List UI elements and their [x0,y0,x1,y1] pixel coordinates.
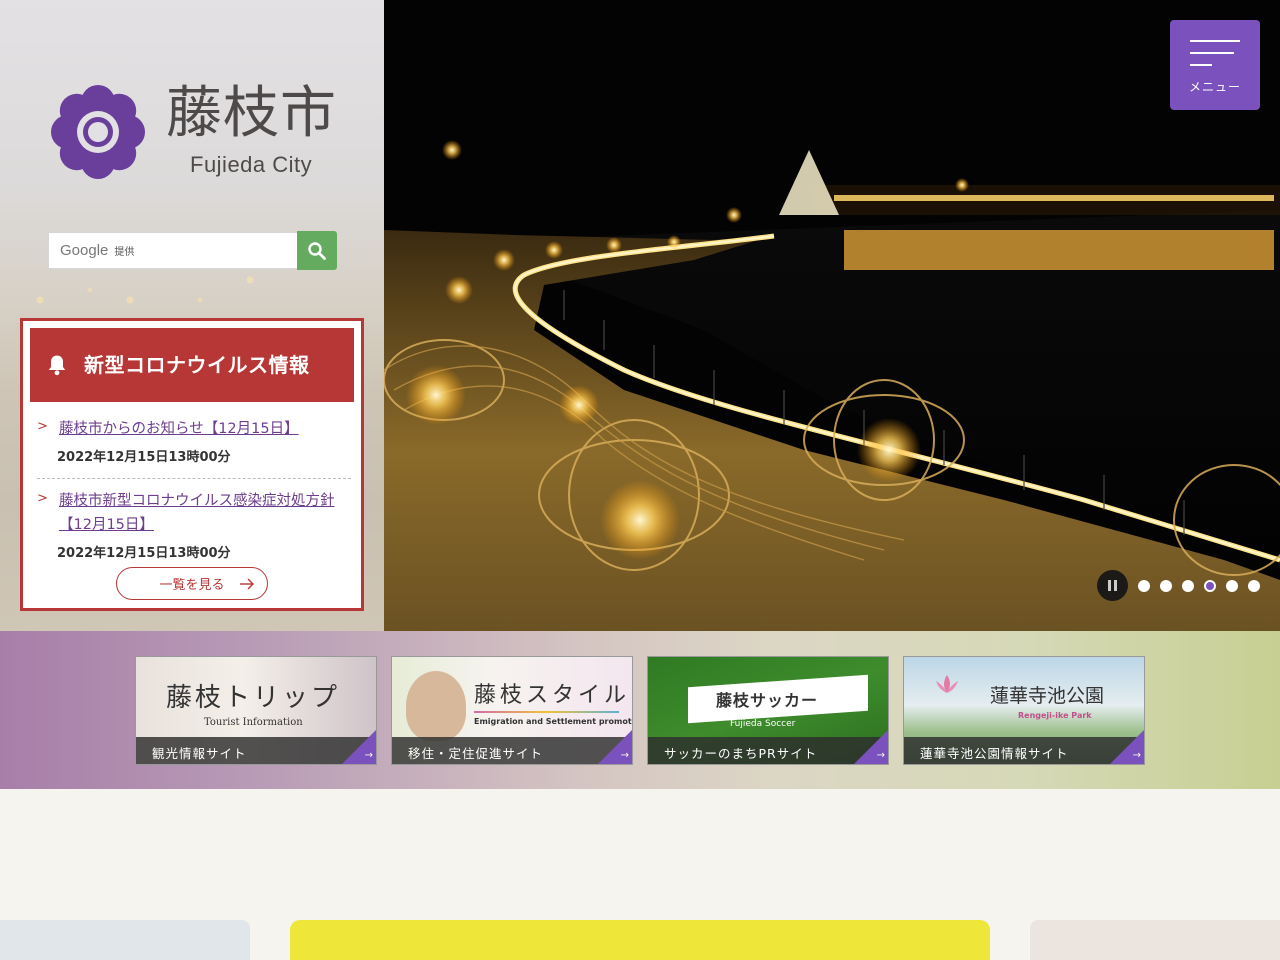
search-input[interactable]: Google 提供 [48,232,297,269]
banner-rule [474,711,619,713]
search-provided-label: 提供 [114,247,135,258]
hamburger-icon-line [1190,64,1212,66]
menu-button[interactable]: メニュー [1170,20,1260,110]
arrow-right-icon: → [620,750,629,761]
content-card-right [1030,920,1280,960]
arrow-right-icon: → [1132,750,1141,761]
hamburger-icon-line [1190,52,1234,54]
banner-subtitle: Rengeji-ike Park [1018,711,1092,720]
chevron-right-icon: > [37,419,48,434]
banner-title: 蓮華寺池公園 [990,685,1105,707]
hero-slideshow-image [384,0,1280,631]
search-brand: Google [60,242,109,259]
news-link[interactable]: 藤枝市からのお知らせ【12月15日】 [59,417,353,441]
banner-caption: 観光情報サイト [136,737,376,764]
banner-subtitle: Emigration and Settlement promotion [474,717,633,726]
news-date: 2022年12月15日13時00分 [57,546,231,561]
divider [37,478,351,479]
banner-tourist-trip[interactable]: 藤枝トリップ Tourist Information 観光情報サイト → [135,656,377,765]
slideshow-pause-button[interactable] [1097,570,1128,601]
slide-dot[interactable] [1160,580,1172,592]
banner-title: 藤枝トリップ [166,683,341,713]
search-icon [308,241,326,260]
pause-icon [1108,580,1111,591]
view-list-label: 一覧を見る [159,578,225,593]
banner-fujieda-soccer[interactable]: 藤枝サッカー Fujieda Soccer サッカーのまちPRサイト → [647,656,889,765]
lotus-icon [936,675,958,693]
slide-dot[interactable] [1138,580,1150,592]
covid-title: 新型コロナウイルス情報 [84,352,310,377]
banner-caption: 移住・定住促進サイト [392,737,632,764]
banner-subtitle: Fujieda Soccer [730,719,796,729]
content-card-center [290,920,990,960]
slide-dot-active[interactable] [1204,580,1216,592]
news-item: > 藤枝市新型コロナウイルス感染症対処方針【12月15日】 2022年12月15… [37,489,353,561]
bell-icon [30,354,84,376]
view-list-button[interactable]: 一覧を見る [116,567,268,600]
banner-rengeji-park[interactable]: 蓮華寺池公園 Rengeji-ike Park 蓮華寺池公園情報サイト → [903,656,1145,765]
site-logo[interactable]: 藤枝市 Fujieda City [46,78,346,188]
hamburger-icon [1190,40,1240,42]
left-panel: 藤枝市 Fujieda City Google 提供 新型コロナウイルス情報 >… [0,0,384,631]
arrow-right-icon [240,578,254,590]
banner-caption: 蓮華寺池公園情報サイト [904,737,1144,764]
slide-dot[interactable] [1248,580,1260,592]
slide-dot[interactable] [1182,580,1194,592]
arrow-right-icon: → [364,750,373,761]
content-card-left [0,920,250,960]
arrow-right-icon: → [876,750,885,761]
banner-title: 藤枝スタイル [474,683,631,708]
menu-label: メニュー [1188,80,1241,94]
pause-icon-bar [1114,580,1117,591]
banner-subtitle: Tourist Information [204,717,303,728]
night-illumination-photo [384,0,1280,631]
banner-caption: サッカーのまちPRサイト [648,737,888,764]
covid-info-box: 新型コロナウイルス情報 > 藤枝市からのお知らせ【12月15日】 2022年12… [20,318,364,611]
news-link[interactable]: 藤枝市新型コロナウイルス感染症対処方針【12月15日】 [59,489,353,537]
news-date: 2022年12月15日13時00分 [57,450,231,465]
banner-photo-child [406,671,466,741]
covid-header: 新型コロナウイルス情報 [30,328,354,402]
slide-dot[interactable] [1226,580,1238,592]
search-button[interactable] [297,231,337,270]
news-item: > 藤枝市からのお知らせ【12月15日】 2022年12月15日13時00分 [37,417,353,465]
chevron-right-icon: > [37,491,48,506]
city-emblem-icon [51,85,145,179]
logo-name-en: Fujieda City [190,152,313,177]
banner-title: 藤枝サッカー [716,691,819,710]
banner-fujieda-style[interactable]: 藤枝スタイル Emigration and Settlement promoti… [391,656,633,765]
logo-name-jp: 藤枝市 [166,81,337,146]
